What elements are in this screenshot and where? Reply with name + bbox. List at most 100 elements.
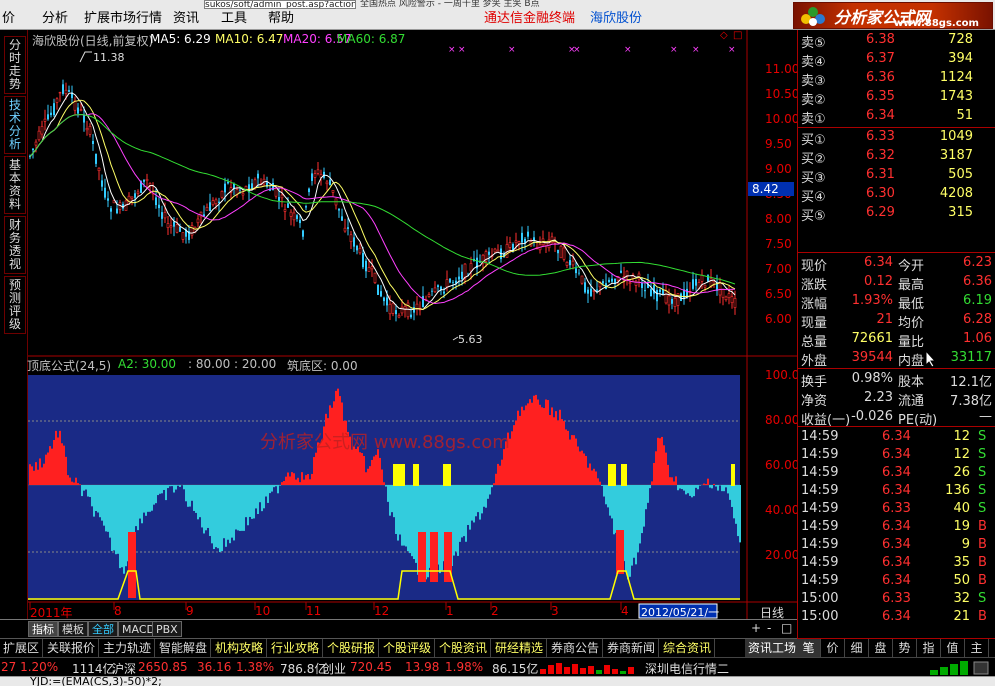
tick-side: S (978, 465, 987, 480)
status-index1-amt: 786.8亿 (280, 662, 327, 676)
tick-row: 15:00 6.33 32 S (798, 590, 995, 608)
tick-side: B (978, 609, 987, 624)
chart-option-diamond-icon[interactable]: ◇ (720, 30, 728, 41)
signal-strength-icon (930, 661, 989, 675)
order-price: 6.37 (866, 51, 895, 66)
sidebar-tab-rating[interactable]: 预测评级 (4, 276, 26, 334)
info-tab[interactable]: 机构攻略 (212, 639, 268, 658)
info-tab[interactable]: 券商公告 (548, 639, 604, 658)
tick-time: 14:59 (801, 447, 839, 462)
sidebar-tab-intraday[interactable]: 分时走势 (4, 36, 26, 94)
quote-label: 量比 (898, 335, 925, 350)
sidebar-tab-technical[interactable]: 技术分析 (4, 96, 26, 154)
status-index2-amt: 86.15亿 (492, 662, 539, 676)
menu-item-help[interactable]: 帮助 (268, 7, 294, 26)
quote-value: 1.93% (851, 293, 893, 308)
date-cursor-label: 2012/05/21/一 (641, 606, 720, 619)
price-axis-tick: 8.00 (765, 212, 792, 226)
tick-volume: 32 (953, 591, 970, 606)
tab-pbx[interactable]: PBX (152, 621, 182, 637)
tab-template[interactable]: 模板 (58, 621, 88, 637)
tick-volume: 9 (961, 537, 970, 552)
info-tab[interactable]: 关联报价 (44, 639, 100, 658)
low-price-label: 5.63 (458, 333, 483, 346)
price-axis-tick: 6.00 (765, 312, 792, 326)
tick-row: 15:00 6.34 21 B (798, 608, 995, 626)
tick-volume: 35 (953, 555, 970, 570)
right-tab[interactable]: 值 (941, 639, 965, 658)
info-tab[interactable]: 券商新闻 (604, 639, 660, 658)
tab-all[interactable]: 全部 (88, 621, 118, 637)
info-tab[interactable]: 个股研报 (324, 639, 380, 658)
order-label: 卖① (801, 112, 826, 127)
tick-price: 6.33 (882, 591, 911, 606)
order-volume: 505 (948, 167, 973, 182)
menu-item-news[interactable]: 资讯 (173, 7, 199, 26)
price-axis-tick: 7.00 (765, 262, 792, 276)
order-label: 买⑤ (801, 209, 826, 224)
right-tab[interactable]: 细 (845, 639, 869, 658)
left-sidebar: 分时走势 技术分析 基本资料 财务透视 预测评级 (0, 30, 28, 638)
status-index1-value: 2650.85 (138, 660, 188, 674)
formula-editor-strip[interactable]: YJD:=(EMA(CS,3)-50)*2; (0, 675, 995, 686)
order-volume: 1124 (939, 70, 973, 85)
menu-item-analysis[interactable]: 分析 (42, 7, 68, 26)
tab-indicator[interactable]: 指标 (28, 621, 58, 637)
info-tab[interactable]: 主力轨迹 (100, 639, 156, 658)
tick-price: 6.34 (882, 429, 911, 444)
fundamental-value: — (979, 409, 992, 424)
zoom-in-button[interactable]: + (751, 621, 761, 635)
status-index2-name[interactable]: 创业 (322, 660, 346, 677)
info-tab[interactable]: 研经精选 (492, 639, 548, 658)
main-chart-title: 海欣股份(日线,前复权) (32, 34, 154, 48)
info-tab[interactable]: 个股资讯 (436, 639, 492, 658)
right-tab[interactable]: 笔 (797, 639, 821, 658)
right-tab[interactable]: 势 (893, 639, 917, 658)
date-axis-label: 11 (306, 604, 322, 618)
right-tab[interactable]: 指 (917, 639, 941, 658)
info-tab[interactable]: 智能解盘 (156, 639, 212, 658)
order-price: 6.33 (866, 129, 895, 144)
status-bar: 27 1.20% 1114亿 沪深 2650.85 36.16 1.38% 78… (0, 657, 995, 676)
tick-time: 14:59 (801, 483, 839, 498)
chart-area[interactable]: × × × ×× × × × × (28, 30, 797, 619)
tick-price: 6.34 (882, 537, 911, 552)
tick-price: 6.33 (882, 501, 911, 516)
fundamental-value: 12.1亿 (950, 375, 992, 390)
info-tab[interactable]: 综合资讯 (660, 639, 716, 658)
menu-item-tools[interactable]: 工具 (221, 7, 247, 26)
indicator-watermark: 分析家公式网 www.88gs.com (260, 432, 510, 453)
tick-volume: 26 (953, 465, 970, 480)
fundamental-value: 7.38亿 (950, 394, 992, 409)
quote-label: 内盘 (898, 354, 925, 369)
right-tab[interactable]: 盘 (869, 639, 893, 658)
svg-text:×: × (573, 45, 581, 55)
quote-value: 0.12 (864, 274, 893, 289)
right-tab[interactable]: 价 (821, 639, 845, 658)
sidebar-tab-profile[interactable]: 基本资料 (4, 156, 26, 214)
info-tab[interactable]: 扩展区 (0, 639, 44, 658)
status-server[interactable]: 深圳电信行情二 (645, 660, 729, 677)
zoom-out-button[interactable]: - (767, 621, 771, 635)
right-tab[interactable]: 主 (965, 639, 989, 658)
tick-row: 14:59 6.34 19 B (798, 518, 995, 536)
chart-option-square-icon[interactable]: □ (733, 30, 742, 41)
order-label: 买③ (801, 171, 826, 186)
quote-label: 最高 (898, 278, 925, 293)
order-volume: 3187 (939, 148, 973, 163)
order-label: 买② (801, 152, 826, 167)
quote-row: 现量 21 均价 6.28 (798, 311, 995, 331)
info-workshop-tab[interactable]: 资讯工场 (745, 639, 801, 658)
tick-row: 14:59 6.34 12 S (798, 428, 995, 446)
tick-row: 14:59 6.34 50 B (798, 572, 995, 590)
restore-button[interactable]: □ (781, 621, 792, 635)
info-tab[interactable]: 行业攻略 (268, 639, 324, 658)
tick-price: 6.34 (882, 519, 911, 534)
status-index1-pct: 1.38% (236, 660, 275, 674)
info-tab[interactable]: 个股评级 (380, 639, 436, 658)
quote-value: 21 (876, 312, 893, 327)
sidebar-tab-financials[interactable]: 财务透视 (4, 216, 26, 274)
menu-item-extended-market[interactable]: 扩展市场行情 (84, 7, 162, 26)
indicator-bottom-zone: 筑底区: 0.00 (287, 359, 358, 373)
menu-item-price[interactable]: 价 (2, 7, 15, 26)
